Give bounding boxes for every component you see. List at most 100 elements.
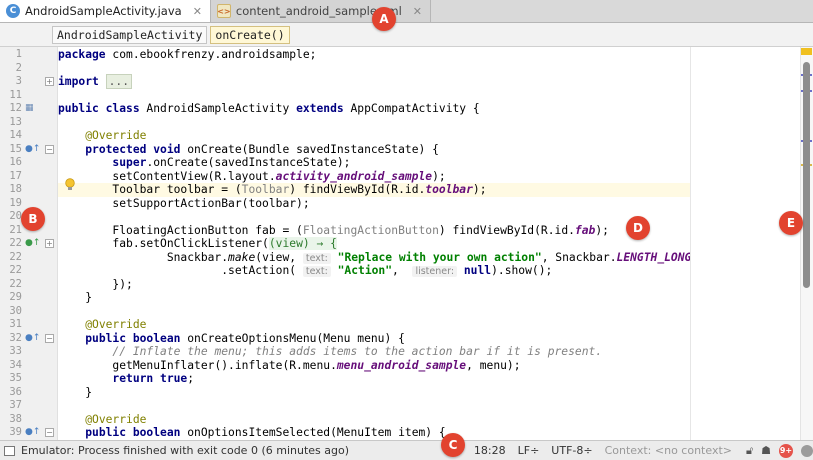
fold-collapse-icon[interactable]: − — [45, 145, 54, 154]
line-number: 30 — [9, 305, 22, 317]
code-line: // Inflate the menu; this adds items to … — [112, 345, 603, 358]
code-line: public class AndroidSampleActivity exten… — [58, 102, 480, 115]
tool-windows-toggle-icon[interactable] — [4, 445, 15, 456]
line-number-gutter[interactable]: 1 2 3 11 12 13 14 15 16 17 18 19 20 21 2… — [0, 47, 58, 440]
line-number: 34 — [9, 359, 22, 371]
breadcrumb-class[interactable]: AndroidSampleActivity — [52, 25, 208, 44]
lightbulb-icon[interactable] — [64, 178, 76, 191]
tab-android-sample-activity-java[interactable]: C AndroidSampleActivity.java ✕ — [0, 0, 211, 22]
breadcrumb-method[interactable]: onCreate() — [210, 25, 290, 44]
line-number: 17 — [9, 170, 22, 182]
code-line: Snackbar.make(view, text: "Replace with … — [166, 251, 690, 264]
line-number: 2 — [15, 62, 22, 74]
code-line: package com.ebookfrenzy.androidsample; — [58, 48, 317, 61]
callout-a: A — [372, 7, 396, 31]
code-editor[interactable]: package com.ebookfrenzy.androidsample; i… — [58, 47, 690, 440]
line-number: 14 — [9, 129, 22, 141]
memory-indicator-icon[interactable] — [801, 444, 813, 457]
status-bar: Emulator: Process finished with exit cod… — [0, 440, 813, 460]
callout-b: B — [21, 207, 45, 231]
line-number: 37 — [9, 399, 22, 411]
xml-file-icon: <> — [216, 4, 231, 18]
line-number: 22 — [9, 278, 22, 290]
override-method-icon[interactable]: ●↑ — [25, 426, 40, 440]
code-line: protected void onCreate(Bundle savedInst… — [85, 143, 439, 156]
code-line: super.onCreate(savedInstanceState); — [112, 156, 351, 169]
line-number: 22 — [9, 251, 22, 263]
file-encoding[interactable]: UTF-8÷ — [545, 444, 598, 457]
line-number: 3 — [15, 75, 22, 87]
close-icon[interactable]: ✕ — [413, 5, 422, 18]
line-number: 22 — [9, 264, 22, 276]
code-line: public boolean onOptionsItemSelected(Men… — [85, 426, 446, 439]
line-number: 11 — [9, 89, 22, 101]
line-number: 16 — [9, 156, 22, 168]
override-method-icon[interactable]: ●↑ — [25, 237, 40, 251]
callout-e: E — [779, 211, 803, 235]
line-number: 20 — [9, 210, 22, 222]
folded-lambda[interactable]: (view) → { — [268, 237, 337, 250]
line-number: 33 — [9, 345, 22, 357]
editor-tab-bar: C AndroidSampleActivity.java ✕ <> conten… — [0, 0, 813, 23]
fold-collapse-icon[interactable]: − — [45, 428, 54, 437]
line-number: 32 — [9, 332, 22, 344]
code-line: import ... — [58, 74, 690, 89]
folded-imports[interactable]: ... — [105, 74, 133, 89]
status-message[interactable]: Emulator: Process finished with exit cod… — [21, 444, 349, 457]
inspector-icon[interactable]: ☗ — [761, 444, 771, 457]
code-line-current: Toolbar toolbar = (Toolbar) findViewById… — [58, 183, 690, 197]
code-line: .setAction( text: "Action", listener: nu… — [221, 264, 553, 277]
code-line: @Override — [85, 129, 147, 142]
fold-expand-icon[interactable]: + — [45, 77, 54, 86]
lock-icon[interactable]: 🔓︎ — [746, 444, 753, 458]
line-number: 22 — [9, 237, 22, 249]
tab-label: AndroidSampleActivity.java — [25, 4, 182, 18]
parameter-hint: listener: — [412, 266, 458, 277]
line-number: 31 — [9, 318, 22, 330]
code-line: return true; — [112, 372, 195, 385]
java-class-icon: C — [6, 4, 20, 18]
code-line: fab.setOnClickListener((view) → { — [112, 237, 337, 250]
line-number: 38 — [9, 413, 22, 425]
class-hierarchy-icon[interactable]: ▦ — [25, 102, 34, 116]
code-line: @Override — [85, 413, 147, 426]
line-number: 19 — [9, 197, 22, 209]
code-line: } — [85, 386, 93, 399]
code-line: FloatingActionButton fab = (FloatingActi… — [112, 224, 609, 237]
tab-content-android-sample-xml[interactable]: <> content_android_sample.xml ✕ — [210, 0, 431, 22]
line-number: 15 — [9, 143, 22, 155]
line-number: 39 — [9, 426, 22, 438]
close-icon[interactable]: ✕ — [193, 5, 202, 18]
line-number: 1 — [15, 48, 22, 60]
code-line: @Override — [85, 318, 147, 331]
line-number: 13 — [9, 116, 22, 128]
line-number: 18 — [9, 183, 22, 195]
line-number: 21 — [9, 224, 22, 236]
caret-position[interactable]: 18:28 — [468, 444, 512, 457]
line-number: 29 — [9, 291, 22, 303]
vertical-scrollbar[interactable] — [803, 62, 810, 288]
code-line: setContentView(R.layout.activity_android… — [112, 170, 446, 183]
parameter-hint: text: — [302, 266, 331, 277]
fold-expand-icon[interactable]: + — [45, 239, 54, 248]
code-line: setSupportActionBar(toolbar); — [112, 197, 310, 210]
callout-c: C — [441, 433, 465, 457]
code-line: }); — [112, 278, 133, 291]
code-line: public boolean onCreateOptionsMenu(Menu … — [85, 332, 405, 345]
breadcrumb: AndroidSampleActivity onCreate() — [0, 23, 813, 47]
context-indicator[interactable]: Context: <no context> — [599, 444, 738, 457]
line-separator[interactable]: LF÷ — [512, 444, 546, 457]
override-method-icon[interactable]: ●↑ — [25, 143, 40, 157]
fold-collapse-icon[interactable]: − — [45, 334, 54, 343]
code-line: getMenuInflater().inflate(R.menu.menu_an… — [112, 359, 521, 372]
line-number: 12 — [9, 102, 22, 114]
code-line: } — [85, 291, 93, 304]
line-number: 35 — [9, 372, 22, 384]
override-method-icon[interactable]: ●↑ — [25, 332, 40, 346]
callout-d: D — [626, 216, 650, 240]
parameter-hint: text: — [302, 253, 331, 264]
right-margin-guide — [690, 47, 691, 440]
event-log-badge[interactable]: 9+ — [779, 443, 793, 458]
line-number: 36 — [9, 386, 22, 398]
analysis-status-icon[interactable] — [801, 48, 812, 55]
